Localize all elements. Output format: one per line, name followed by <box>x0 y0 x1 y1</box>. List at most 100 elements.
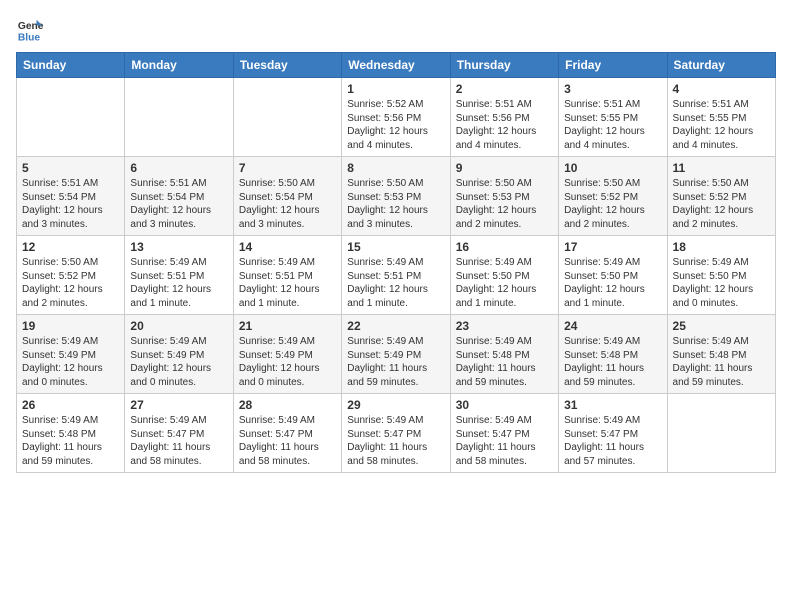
svg-text:Blue: Blue <box>18 32 41 43</box>
day-info: Sunrise: 5:49 AM <box>456 256 553 270</box>
calendar-cell <box>233 78 341 157</box>
calendar-cell: 4 Sunrise: 5:51 AMSunset: 5:55 PMDaylight… <box>667 78 775 157</box>
week-row-4: 19Sunrise: 5:49 AMSunset: 5:49 PMDayligh… <box>17 315 776 394</box>
day-info: Sunset: 5:47 PM <box>239 428 336 442</box>
day-info: Sunrise: 5:49 AM <box>22 335 119 349</box>
calendar-cell: 28Sunrise: 5:49 AMSunset: 5:47 PMDayligh… <box>233 394 341 473</box>
day-number: 1 <box>347 82 444 96</box>
day-info: Sunrise: 5:50 AM <box>239 177 336 191</box>
calendar-cell: 7Sunrise: 5:50 AMSunset: 5:54 PMDaylight… <box>233 157 341 236</box>
calendar-cell: 3Sunrise: 5:51 AMSunset: 5:55 PMDaylight… <box>559 78 667 157</box>
day-info: Sunrise: 5:49 AM <box>673 335 770 349</box>
week-row-2: 5Sunrise: 5:51 AMSunset: 5:54 PMDaylight… <box>17 157 776 236</box>
day-info: Sunset: 5:48 PM <box>564 349 661 363</box>
day-info: Sunrise: 5:50 AM <box>564 177 661 191</box>
day-info: Daylight: 11 hours and 58 minutes. <box>130 441 227 468</box>
calendar-cell: 27Sunrise: 5:49 AMSunset: 5:47 PMDayligh… <box>125 394 233 473</box>
day-info: Sunset: 5:53 PM <box>347 191 444 205</box>
day-info: Sunrise: 5:49 AM <box>239 414 336 428</box>
calendar-cell: 25Sunrise: 5:49 AMSunset: 5:48 PMDayligh… <box>667 315 775 394</box>
day-info: Daylight: 12 hours and 3 minutes. <box>22 204 119 231</box>
day-info: Sunset: 5:52 PM <box>564 191 661 205</box>
day-info: Sunrise: 5:51 AM <box>673 98 770 112</box>
calendar-cell: 17Sunrise: 5:49 AMSunset: 5:50 PMDayligh… <box>559 236 667 315</box>
calendar-cell: 10 Sunrise: 5:50 AMSunset: 5:52 PMDayligh… <box>559 157 667 236</box>
day-info: Sunset: 5:56 PM <box>456 112 553 126</box>
day-info: Daylight: 11 hours and 58 minutes. <box>347 441 444 468</box>
day-number: 30 <box>456 398 553 412</box>
day-info: Sunrise: 5:49 AM <box>456 335 553 349</box>
day-info: Daylight: 11 hours and 57 minutes. <box>564 441 661 468</box>
day-header-monday: Monday <box>125 53 233 78</box>
day-info: Sunset: 5:50 PM <box>564 270 661 284</box>
day-number: 16 <box>456 240 553 254</box>
week-row-3: 12Sunrise: 5:50 AMSunset: 5:52 PMDayligh… <box>17 236 776 315</box>
day-number: 10 <box>564 161 661 175</box>
day-number: 29 <box>347 398 444 412</box>
calendar-cell: 15Sunrise: 5:49 AMSunset: 5:51 PMDayligh… <box>342 236 450 315</box>
day-number: 31 <box>564 398 661 412</box>
day-info: Sunrise: 5:49 AM <box>347 414 444 428</box>
day-info: Sunset: 5:56 PM <box>347 112 444 126</box>
calendar-table: SundayMondayTuesdayWednesdayThursdayFrid… <box>16 52 776 473</box>
day-info: Daylight: 12 hours and 1 minute. <box>564 283 661 310</box>
calendar-cell: 23Sunrise: 5:49 AMSunset: 5:48 PMDayligh… <box>450 315 558 394</box>
day-number: 8 <box>347 161 444 175</box>
day-info: Sunset: 5:53 PM <box>456 191 553 205</box>
calendar-cell: 29Sunrise: 5:49 AMSunset: 5:47 PMDayligh… <box>342 394 450 473</box>
day-info: Sunrise: 5:50 AM <box>456 177 553 191</box>
day-header-friday: Friday <box>559 53 667 78</box>
day-number: 23 <box>456 319 553 333</box>
day-header-row: SundayMondayTuesdayWednesdayThursdayFrid… <box>17 53 776 78</box>
calendar-cell: 30Sunrise: 5:49 AMSunset: 5:47 PMDayligh… <box>450 394 558 473</box>
day-info: Sunrise: 5:52 AM <box>347 98 444 112</box>
day-info: Daylight: 12 hours and 0 minutes. <box>673 283 770 310</box>
day-info: Sunset: 5:48 PM <box>22 428 119 442</box>
day-number: 24 <box>564 319 661 333</box>
day-header-thursday: Thursday <box>450 53 558 78</box>
day-info: Sunset: 5:47 PM <box>456 428 553 442</box>
day-info: Sunset: 5:54 PM <box>22 191 119 205</box>
day-info: Daylight: 11 hours and 59 minutes. <box>22 441 119 468</box>
day-info: Daylight: 12 hours and 4 minutes. <box>564 125 661 152</box>
day-info: Sunrise: 5:49 AM <box>22 414 119 428</box>
day-info: Daylight: 12 hours and 4 minutes. <box>673 125 770 152</box>
day-info: Daylight: 11 hours and 58 minutes. <box>456 441 553 468</box>
day-info: Sunrise: 5:49 AM <box>130 335 227 349</box>
day-number: 4 <box>673 82 770 96</box>
day-info: Sunrise: 5:49 AM <box>673 256 770 270</box>
logo: General Blue <box>16 16 48 44</box>
day-number: 3 <box>564 82 661 96</box>
day-info: Sunset: 5:51 PM <box>347 270 444 284</box>
day-info: Daylight: 12 hours and 0 minutes. <box>239 362 336 389</box>
day-info: Sunrise: 5:49 AM <box>564 256 661 270</box>
day-info: Sunset: 5:55 PM <box>673 112 770 126</box>
day-info: Daylight: 12 hours and 2 minutes. <box>673 204 770 231</box>
day-number: 25 <box>673 319 770 333</box>
day-number: 6 <box>130 161 227 175</box>
day-number: 7 <box>239 161 336 175</box>
calendar-cell: 2Sunrise: 5:51 AMSunset: 5:56 PMDaylight… <box>450 78 558 157</box>
day-header-tuesday: Tuesday <box>233 53 341 78</box>
logo-icon: General Blue <box>16 16 44 44</box>
day-number: 9 <box>456 161 553 175</box>
day-number: 15 <box>347 240 444 254</box>
calendar-body: 1Sunrise: 5:52 AMSunset: 5:56 PMDaylight… <box>17 78 776 473</box>
calendar-cell <box>125 78 233 157</box>
calendar-cell: 8Sunrise: 5:50 AMSunset: 5:53 PMDaylight… <box>342 157 450 236</box>
day-info: Sunrise: 5:49 AM <box>239 256 336 270</box>
day-info: Sunrise: 5:50 AM <box>347 177 444 191</box>
day-info: Daylight: 12 hours and 2 minutes. <box>456 204 553 231</box>
day-info: Daylight: 12 hours and 2 minutes. <box>564 204 661 231</box>
day-number: 13 <box>130 240 227 254</box>
day-info: Sunrise: 5:51 AM <box>456 98 553 112</box>
day-number: 26 <box>22 398 119 412</box>
day-info: Sunset: 5:49 PM <box>22 349 119 363</box>
calendar-cell: 6Sunrise: 5:51 AMSunset: 5:54 PMDaylight… <box>125 157 233 236</box>
calendar-cell <box>17 78 125 157</box>
day-info: Daylight: 12 hours and 1 minute. <box>347 283 444 310</box>
day-info: Daylight: 12 hours and 3 minutes. <box>239 204 336 231</box>
week-row-1: 1Sunrise: 5:52 AMSunset: 5:56 PMDaylight… <box>17 78 776 157</box>
day-info: Sunrise: 5:49 AM <box>130 256 227 270</box>
day-info: Sunrise: 5:49 AM <box>239 335 336 349</box>
